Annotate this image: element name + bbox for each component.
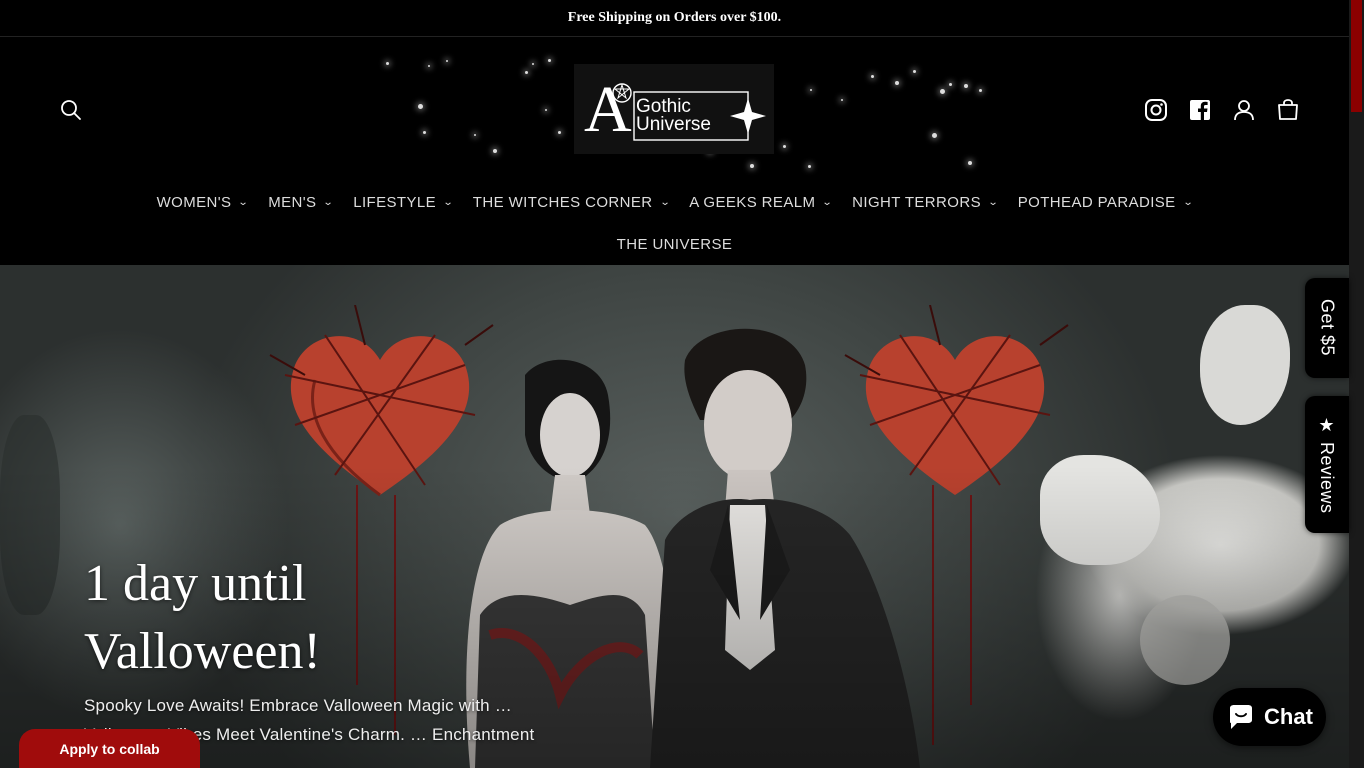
nav-item-label: A GEEKS REALM <box>689 193 816 211</box>
announcement-text: Free Shipping on Orders over $100. <box>567 10 782 25</box>
logo-line2: Universe <box>636 114 711 135</box>
chat-label: Chat <box>1264 704 1313 729</box>
nav-item-label: MEN'S <box>268 193 317 211</box>
nav-item-label: THE WITCHES CORNER <box>472 193 653 211</box>
nav-item-mens[interactable]: MEN'S ⌄ <box>258 194 343 211</box>
nav-item-label: WOMEN'S <box>156 193 232 211</box>
site-logo[interactable]: A Gothic Universe <box>574 64 774 154</box>
main-navigation-row2: THE UNIVERSE <box>0 229 1349 259</box>
page-scrollbar[interactable] <box>1349 0 1364 768</box>
chevron-down-icon: ⌄ <box>238 196 250 208</box>
nav-item-label: THE UNIVERSE <box>616 235 733 253</box>
search-icon[interactable] <box>58 97 84 123</box>
scrollbar-thumb[interactable] <box>1351 0 1362 112</box>
nav-item-pothead-paradise[interactable]: POTHEAD PARADISE ⌄ <box>1008 194 1203 211</box>
announcement-bar: Free Shipping on Orders over $100. <box>0 0 1349 37</box>
reviews-label: ★ Reviews <box>1317 415 1337 514</box>
get-5-label: Get $5 <box>1317 299 1338 357</box>
get-5-tab[interactable]: Get $5 <box>1305 278 1349 378</box>
chevron-down-icon: ⌄ <box>1182 196 1194 208</box>
site-header: A Gothic Universe WOMEN'S ⌄ MEN'S ⌄ LIFE… <box>0 37 1349 265</box>
chevron-down-icon: ⌄ <box>323 196 335 208</box>
chevron-down-icon: ⌄ <box>822 196 834 208</box>
nav-item-the-universe[interactable]: THE UNIVERSE <box>607 236 743 253</box>
facebook-icon[interactable] <box>1187 97 1213 123</box>
chat-button[interactable]: Chat <box>1213 688 1326 746</box>
nav-item-label: NIGHT TERRORS <box>852 193 981 211</box>
chevron-down-icon: ⌄ <box>987 196 1000 208</box>
reviews-tab[interactable]: ★ Reviews <box>1305 396 1349 533</box>
account-icon[interactable] <box>1231 97 1257 123</box>
instagram-icon[interactable] <box>1143 97 1169 123</box>
nav-item-geeks-realm[interactable]: A GEEKS REALM ⌄ <box>679 194 842 211</box>
apply-to-collab-button[interactable]: Apply to collab <box>19 729 200 768</box>
nav-item-night-terrors[interactable]: NIGHT TERRORS ⌄ <box>842 194 1008 211</box>
nav-item-label: LIFESTYLE <box>353 193 437 211</box>
hero-title: 1 day until Valloween! <box>84 555 321 680</box>
nav-item-label: POTHEAD PARADISE <box>1017 193 1176 211</box>
hero-banner[interactable]: 1 day until Valloween! Spooky Love Await… <box>0 265 1349 768</box>
collab-label: Apply to collab <box>59 740 160 757</box>
chevron-down-icon: ⌄ <box>659 196 671 208</box>
nav-item-womens[interactable]: WOMEN'S ⌄ <box>147 194 259 211</box>
chat-bubble-icon <box>1230 705 1253 729</box>
main-navigation: WOMEN'S ⌄ MEN'S ⌄ LIFESTYLE ⌄ THE WITCHE… <box>0 187 1349 217</box>
nav-item-lifestyle[interactable]: LIFESTYLE ⌄ <box>343 194 463 211</box>
nav-item-witches-corner[interactable]: THE WITCHES CORNER ⌄ <box>463 194 679 211</box>
chevron-down-icon: ⌄ <box>442 196 455 208</box>
cart-icon[interactable] <box>1275 97 1301 123</box>
logo-letter: A <box>584 73 632 146</box>
